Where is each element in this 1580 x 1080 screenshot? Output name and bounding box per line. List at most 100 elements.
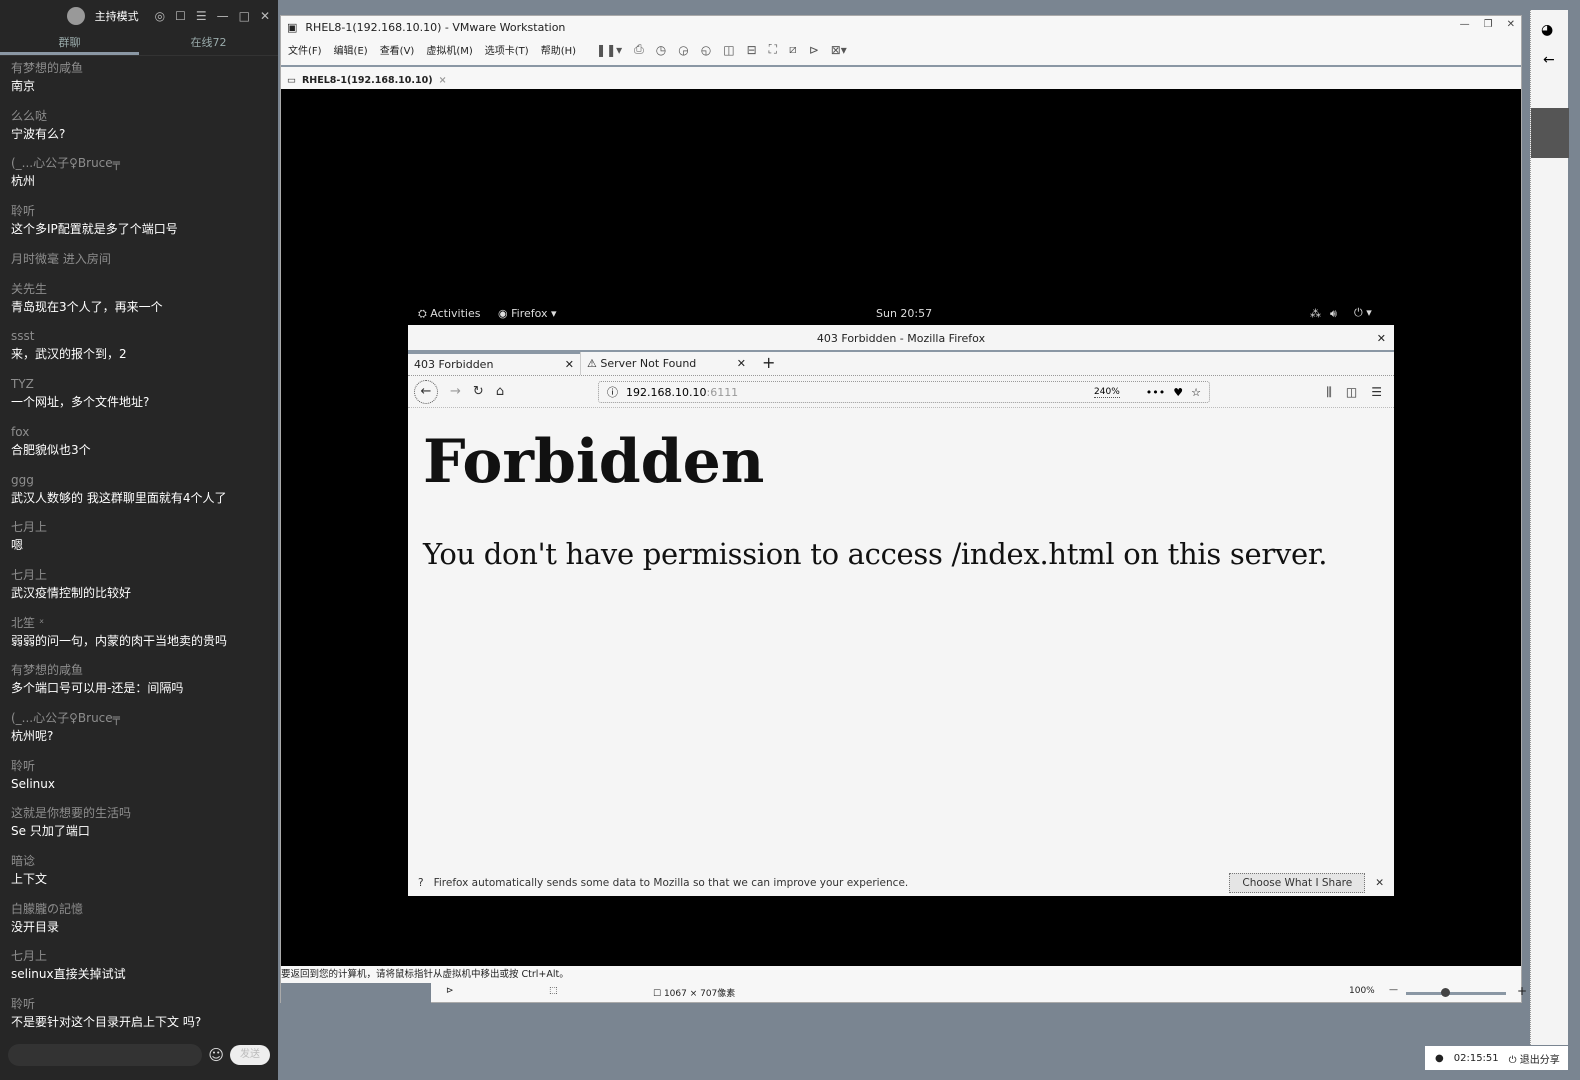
sender-name[interactable]: 有梦想的咸鱼 [11, 661, 278, 679]
share-timer: 02:15:51 [1453, 1052, 1499, 1064]
info-icon[interactable]: ⓘ [607, 384, 618, 400]
menu-icon[interactable]: ☰ [196, 9, 207, 23]
activities-button[interactable]: ⛭ Activities [418, 307, 480, 321]
snapshot-icon[interactable]: ◷ [656, 43, 666, 57]
library-icon[interactable]: ⫼ [1326, 385, 1332, 400]
zoom-slider[interactable] [1406, 992, 1506, 995]
back-button[interactable]: ← [414, 379, 438, 404]
sender-name[interactable]: 七月上 [11, 566, 278, 584]
power-icon[interactable]: ⏻ ▾ [1354, 306, 1372, 320]
message-text: 宁波有么? [11, 126, 66, 141]
reload-button[interactable]: ↻ [473, 384, 484, 399]
send-button[interactable]: 发送 [230, 1045, 270, 1065]
sender-name[interactable]: 聆听 [11, 202, 278, 220]
zoom-out-button[interactable]: — [1389, 985, 1398, 995]
menu-tabs[interactable]: 选项卡(T) [485, 42, 529, 57]
close-tab-icon[interactable]: × [439, 75, 447, 86]
network-icon[interactable]: ⁂ [1310, 307, 1321, 320]
snapshot-manager-icon[interactable]: ◵ [701, 43, 711, 57]
sender-name[interactable]: 关先生 [11, 280, 278, 298]
minimize-icon[interactable]: — [217, 9, 229, 23]
menu-view[interactable]: 查看(V) [380, 42, 415, 57]
menu-vm[interactable]: 虚拟机(M) [426, 42, 472, 57]
snapshot-restore-icon[interactable]: ◶ [678, 43, 688, 57]
tab-online[interactable]: 在线72 [139, 32, 278, 55]
sender-name[interactable]: 聆听 [11, 757, 278, 775]
vm-tab[interactable]: ▭ RHEL8-1(192.168.10.10) × [287, 75, 447, 86]
sender-name[interactable]: fox [11, 423, 278, 441]
avatar[interactable] [66, 7, 85, 25]
pocket-icon[interactable]: ♥ [1173, 386, 1183, 399]
message-text: 杭州 [11, 174, 36, 189]
fullscreen-icon[interactable]: ⛶ [769, 42, 777, 57]
unity-icon[interactable]: ⧄ [789, 42, 797, 57]
settings-icon[interactable]: ◎ [155, 9, 165, 23]
sender-name[interactable]: 聆听 [11, 995, 278, 1013]
message-text: 合肥貌似也3个 [11, 442, 91, 457]
home-button[interactable]: ⌂ [496, 384, 504, 399]
chat-message: 七月上 武汉疫情控制的比较好 [11, 566, 278, 614]
volume-icon[interactable]: 🔊︎ [1330, 307, 1337, 321]
send-ctrl-alt-del-icon[interactable]: ⎙ [634, 42, 644, 57]
forward-button[interactable]: → [450, 384, 461, 399]
close-tab-icon[interactable]: ✕ [737, 357, 746, 370]
sender-name[interactable]: (_...心公子♀Bruce╤ [11, 709, 278, 727]
message-text: 这个多IP配置就是多了个端口号 [11, 222, 178, 237]
restore-icon[interactable]: ❐ [1484, 19, 1493, 30]
emoji-icon[interactable]: ☺ [208, 1046, 224, 1064]
sender-name[interactable]: TYZ [11, 375, 278, 393]
exit-share-button[interactable]: ⏻ 退出分享 [1509, 1051, 1560, 1066]
close-icon[interactable]: ✕ [1377, 325, 1386, 352]
close-notification-icon[interactable]: ✕ [1375, 877, 1384, 889]
sidebar-icon[interactable]: ◫ [1346, 385, 1357, 400]
sender-name[interactable]: 这就是你想要的生活吗 [11, 804, 278, 822]
sidebar-icon[interactable]: ◫ [723, 43, 734, 57]
new-tab-button[interactable]: + [752, 352, 785, 375]
sender-name[interactable]: 暗谂 [11, 852, 278, 870]
sender-name[interactable]: 么么哒 [11, 107, 278, 125]
menu-help[interactable]: 帮助(H) [541, 42, 576, 57]
choose-what-i-share-button[interactable]: Choose What I Share [1229, 873, 1366, 893]
stretch-icon[interactable]: ⊠▾ [831, 43, 847, 57]
sender-name[interactable]: (_...心公子♀Bruce╤ [11, 154, 278, 172]
sender-name[interactable]: ssst [11, 327, 278, 345]
bookmark-star-icon[interactable]: ☆ [1191, 386, 1201, 399]
back-arrow-icon[interactable]: ← [1543, 52, 1568, 68]
maximize-icon[interactable]: □ [239, 9, 250, 23]
pointer-icon[interactable]: ⊳ [446, 986, 454, 996]
message-text: 来，武汉的报个到，2 [11, 347, 127, 362]
url-bar[interactable]: ⓘ 192.168.10.10:6111 240% ••• ♥ ☆ [598, 381, 1210, 403]
sender-name[interactable]: 七月上 [11, 518, 278, 536]
tab-group-chat[interactable]: 群聊 [0, 32, 139, 55]
menu-edit[interactable]: 编辑(E) [334, 42, 368, 57]
menu-icon[interactable]: ☰ [1371, 385, 1382, 400]
scrollbar-thumb[interactable] [1531, 108, 1569, 158]
pause-icon[interactable]: ❚❚▾ [596, 43, 622, 57]
close-icon[interactable]: ✕ [260, 9, 270, 23]
tab-server-not-found[interactable]: ⚠ Server Not Found ✕ [580, 352, 752, 375]
app-menu[interactable]: ◉ Firefox ▾ [498, 307, 557, 320]
chat-input[interactable] [8, 1044, 203, 1066]
sender-name[interactable]: 七月上 [11, 947, 278, 965]
vm-display[interactable]: ⛭ Activities ◉ Firefox ▾ Sun 20:57 ⁂ 🔊︎ … [281, 89, 1521, 966]
close-icon[interactable]: ✕ [1507, 19, 1515, 30]
minimize-icon[interactable]: — [1460, 19, 1470, 30]
region-select-icon[interactable]: ⬚ [549, 986, 558, 996]
sender-name[interactable]: 北笙 ˣ [11, 614, 278, 632]
profile-icon[interactable]: ◕ [1541, 22, 1568, 38]
zoom-in-button[interactable]: + [1517, 984, 1527, 998]
tab-403-forbidden[interactable]: 403 Forbidden ✕ [408, 352, 580, 375]
thumbnail-icon[interactable]: ⊟ [747, 43, 757, 57]
firefox-title: 403 Forbidden - Mozilla Firefox [816, 332, 986, 345]
page-actions-icon[interactable]: ••• [1146, 386, 1165, 399]
close-tab-icon[interactable]: ✕ [565, 358, 574, 371]
menu-file[interactable]: 文件(F) [288, 42, 322, 57]
popout-icon[interactable]: ☐ [175, 9, 186, 23]
sender-name[interactable]: ggg [11, 471, 278, 489]
clock[interactable]: Sun 20:57 [876, 307, 932, 320]
zoom-slider-handle[interactable] [1441, 988, 1450, 997]
sender-name[interactable]: 有梦想的咸鱼 [11, 59, 278, 77]
sender-name[interactable]: 白朦朧の記憶 [11, 900, 278, 918]
console-icon[interactable]: ⊳ [809, 43, 819, 57]
zoom-indicator[interactable]: 240% [1094, 387, 1120, 398]
